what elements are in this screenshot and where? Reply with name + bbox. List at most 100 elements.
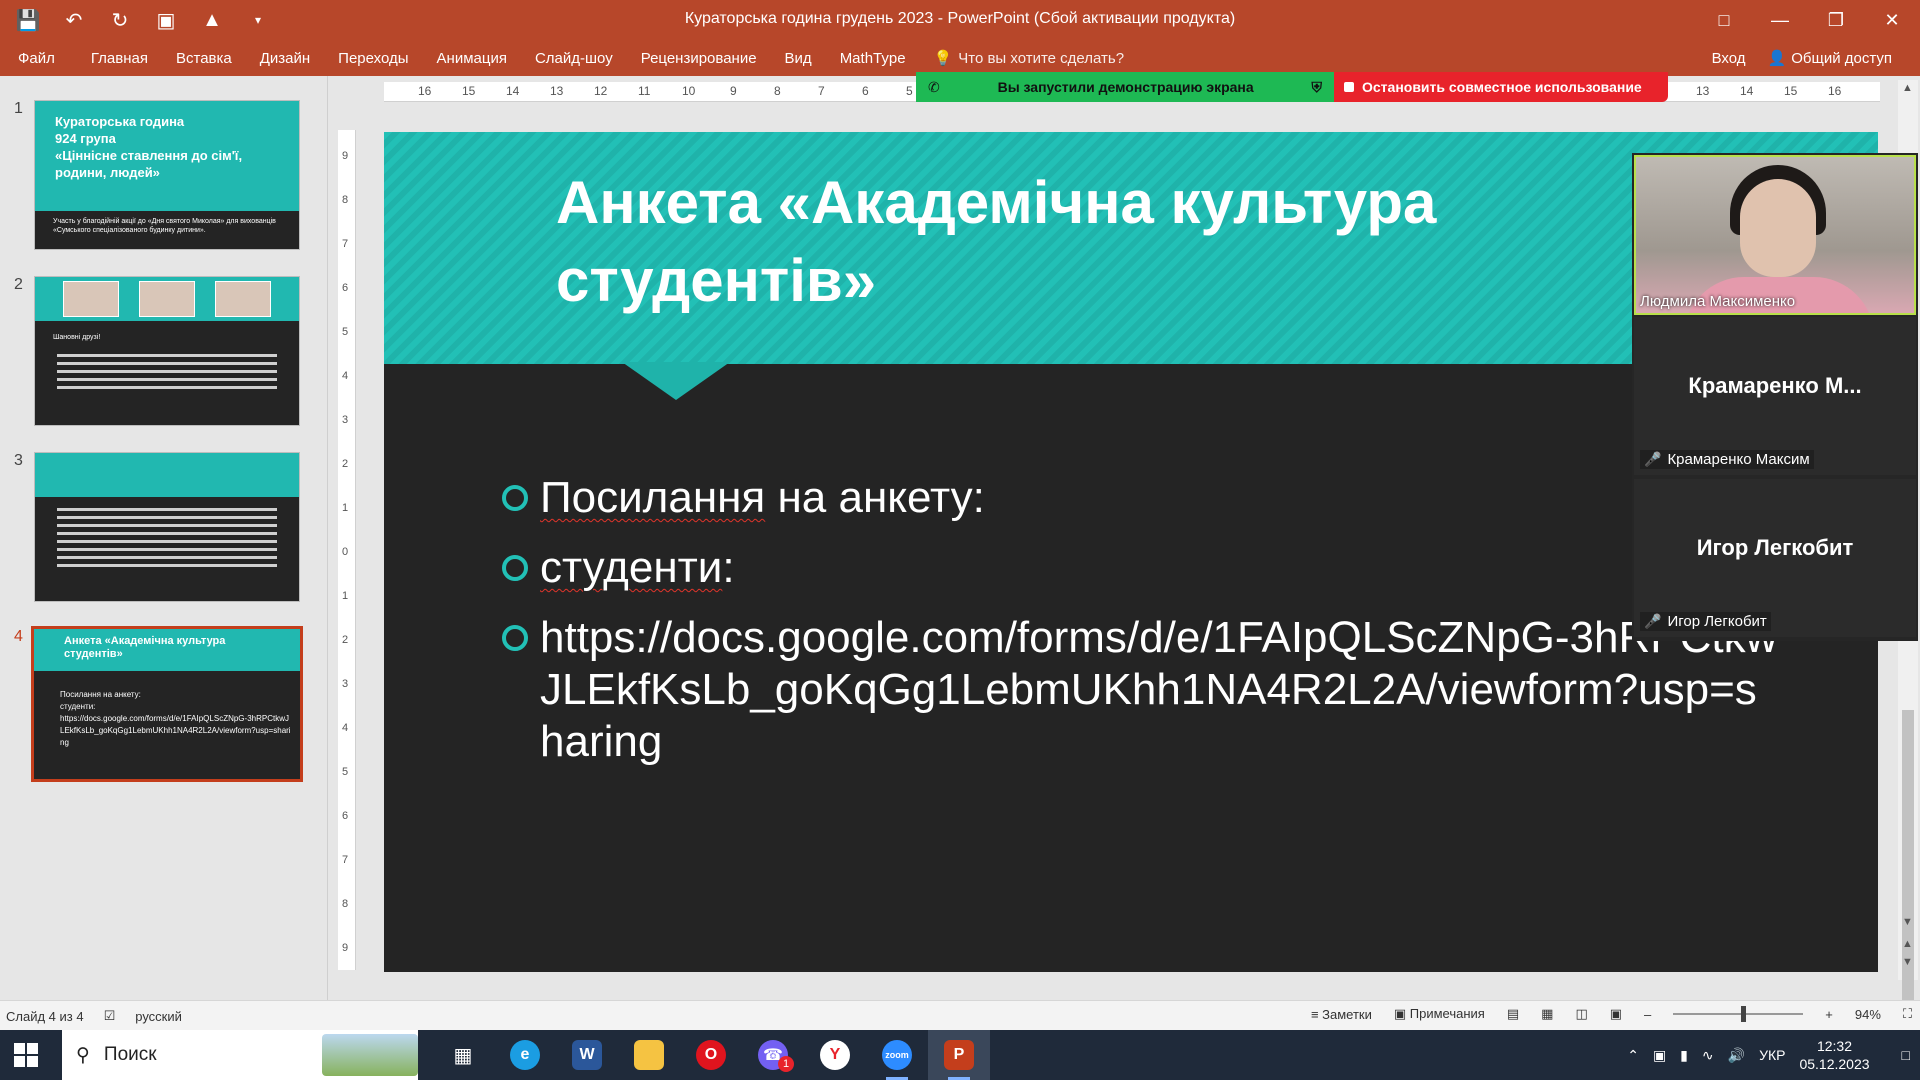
comments-button[interactable]: ▣ Примечания	[1394, 1006, 1485, 1022]
ruler-tick: 6	[862, 84, 869, 98]
reading-view-icon[interactable]: ◫	[1575, 1006, 1587, 1022]
taskbar-search-box[interactable]: ⚲ Поиск	[62, 1030, 418, 1080]
ruler-tick: 8	[774, 84, 781, 98]
zoom-in-icon[interactable]: +	[1825, 1007, 1833, 1022]
yandex-browser-icon[interactable]: Y	[804, 1030, 866, 1080]
word-icon[interactable]: W	[556, 1030, 618, 1080]
ruler-tick: 5	[342, 326, 349, 338]
ruler-tick: 4	[342, 722, 349, 734]
participant-name: Людмила Максименко	[1640, 293, 1796, 310]
opera-icon[interactable]: O	[680, 1030, 742, 1080]
form-url-text[interactable]: https://docs.google.com/forms/d/e/1FAIpQ…	[540, 613, 1777, 766]
notifications-icon[interactable]: □	[1884, 1047, 1910, 1063]
zoom-slider-knob[interactable]	[1741, 1006, 1747, 1022]
slide-counter[interactable]: Слайд 4 из 4	[6, 1009, 84, 1024]
fit-to-window-icon[interactable]: ⛶	[1903, 1006, 1912, 1022]
participant-big-name: Игор Легкобит	[1696, 535, 1854, 560]
start-button[interactable]	[14, 1043, 38, 1067]
slide-thumbnail-1[interactable]: Кураторська година 924 група «Ціннісне с…	[34, 100, 300, 250]
comments-label: Примечания	[1409, 1006, 1485, 1021]
ruler-tick: 8	[342, 194, 349, 206]
tab-animations[interactable]: Анимация	[423, 50, 521, 67]
ribbon-display-options-icon[interactable]: □	[1696, 0, 1752, 40]
input-language[interactable]: УКР	[1759, 1047, 1785, 1063]
ruler-tick: 10	[682, 84, 696, 98]
zoom-video-panel: Людмила Максименко Крамаренко М... 🎤 Кра…	[1632, 153, 1918, 641]
signin-link[interactable]: Вход	[1712, 50, 1746, 67]
bullet-circle-icon	[502, 625, 528, 651]
previous-slide-icon[interactable]: ▲	[1902, 938, 1913, 950]
sharing-status[interactable]: ✆ Вы запустили демонстрацию экрана ⛨	[916, 72, 1334, 102]
tab-mathtype[interactable]: MathType	[826, 50, 920, 67]
volume-icon[interactable]: 🔊	[1728, 1047, 1745, 1064]
person-icon: 👤	[1767, 50, 1787, 67]
scroll-down-icon[interactable]: ▼	[1902, 916, 1913, 928]
minimize-button[interactable]: —	[1752, 0, 1808, 40]
bullet-item: студенти:	[500, 542, 1780, 594]
participant-tile[interactable]: Крамаренко М... 🎤 Крамаренко Максим	[1634, 317, 1916, 475]
tab-home[interactable]: Главная	[77, 50, 162, 67]
ruler-tick: 9	[342, 150, 349, 162]
tab-slideshow[interactable]: Слайд-шоу	[521, 50, 627, 67]
stop-icon	[1344, 82, 1354, 92]
zoom-level[interactable]: 94%	[1855, 1007, 1881, 1022]
powerpoint-icon[interactable]: P	[928, 1030, 990, 1080]
thumbnail-number: 4	[14, 628, 23, 645]
slide-thumbnail-3[interactable]	[34, 452, 300, 602]
ruler-tick: 3	[342, 414, 349, 426]
tab-transitions[interactable]: Переходы	[324, 50, 422, 67]
slide-thumbnail-2[interactable]: Шановні друзі!	[34, 276, 300, 426]
tab-insert[interactable]: Вставка	[162, 50, 246, 67]
slide-body[interactable]: Посилання на анкету: студенти: https://d…	[500, 472, 1780, 786]
scroll-up-icon[interactable]: ▲	[1902, 82, 1913, 94]
clock-time: 12:32	[1816, 1038, 1853, 1054]
wifi-icon[interactable]: ∿	[1702, 1047, 1714, 1064]
meet-now-icon[interactable]: ▣	[1653, 1047, 1666, 1064]
slide-title[interactable]: Анкета «Академічна культура студентів»	[556, 164, 1576, 320]
ruler-tick: 7	[342, 854, 349, 866]
close-button[interactable]: ✕	[1864, 0, 1920, 40]
edge-icon[interactable]: e	[494, 1030, 556, 1080]
file-explorer-icon[interactable]	[618, 1030, 680, 1080]
participant-video-tile[interactable]: Людмила Максименко	[1634, 155, 1916, 315]
status-bar: Слайд 4 из 4 ☑ русский ≡ Заметки ▣ Приме…	[0, 1000, 1920, 1030]
participant-label: 🎤 Игор Легкобит	[1640, 612, 1771, 631]
ruler-tick: 3	[342, 678, 349, 690]
task-view-icon[interactable]: ▦	[432, 1030, 494, 1080]
tab-review[interactable]: Рецензирование	[627, 50, 771, 67]
language-indicator[interactable]: русский	[135, 1009, 182, 1024]
viber-icon[interactable]: ☎ 1	[742, 1030, 804, 1080]
thumbnail-body: Шановні друзі!	[53, 334, 101, 341]
slide-thumbnail-4[interactable]: Анкета «Академічна культура студентів» П…	[31, 626, 303, 782]
tray-overflow-icon[interactable]: ⌃	[1627, 1047, 1639, 1064]
participant-label: 🎤 Крамаренко Максим	[1640, 450, 1814, 469]
stop-share-button[interactable]: Остановить совместное использование	[1334, 72, 1668, 102]
slide-sorter-icon[interactable]: ▦	[1541, 1006, 1553, 1022]
maximize-button[interactable]: ❐	[1808, 0, 1864, 40]
zoom-out-icon[interactable]: –	[1644, 1007, 1651, 1022]
thumbnail-photo	[215, 281, 271, 317]
sharing-status-label: Вы запустили демонстрацию экрана	[997, 79, 1254, 95]
participant-tile[interactable]: Игор Легкобит 🎤 Игор Легкобит	[1634, 479, 1916, 637]
tab-design[interactable]: Дизайн	[246, 50, 324, 67]
notes-button[interactable]: ≡ Заметки	[1311, 1007, 1372, 1022]
spellcheck-icon[interactable]: ☑	[104, 1008, 116, 1024]
zoom-slider[interactable]	[1673, 1006, 1804, 1022]
normal-view-icon[interactable]: ▤	[1507, 1006, 1519, 1022]
ruler-tick: 4	[342, 370, 349, 382]
clock[interactable]: 12:32 05.12.2023	[1799, 1037, 1869, 1073]
ruler-tick: 5	[342, 766, 349, 778]
thumbnail-text-lines	[57, 503, 277, 572]
thumbnail-number: 1	[14, 100, 23, 117]
share-button[interactable]: 👤 Общий доступ	[1760, 45, 1900, 71]
tab-file[interactable]: Файл	[0, 50, 77, 67]
search-highlight-image	[322, 1034, 418, 1076]
tab-view[interactable]: Вид	[771, 50, 826, 67]
vertical-ruler: 9 8 7 6 5 4 3 2 1 0 1 2 3 4 5 6 7 8 9	[338, 130, 356, 970]
lightbulb-icon: 💡	[933, 50, 953, 67]
next-slide-icon[interactable]: ▼	[1902, 956, 1913, 968]
tell-me-box[interactable]: 💡 Что вы хотите сделать?	[920, 49, 1125, 68]
battery-icon[interactable]: ▮	[1680, 1047, 1688, 1064]
zoom-icon[interactable]: zoom	[866, 1030, 928, 1080]
slideshow-view-icon[interactable]: ▣	[1610, 1006, 1622, 1022]
